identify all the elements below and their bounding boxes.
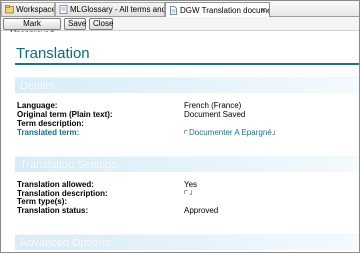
tab-mlglossary[interactable]: MLGlossary - All terms and... <box>55 2 165 16</box>
section-advanced-options-label: Advanced Options <box>20 237 110 249</box>
original-term-label: Original term (Plain text): <box>17 110 113 119</box>
tab-workspace[interactable]: Workspace <box>1 2 55 16</box>
translation-allowed-label: Translation allowed: <box>17 180 94 189</box>
section-translation-settings-label: Translation Settings <box>20 159 117 171</box>
close-tab-icon[interactable]: × <box>261 4 266 16</box>
original-term-value: Document Saved <box>184 110 246 119</box>
page-title: Translation <box>16 45 90 62</box>
title-divider <box>15 63 359 65</box>
term-description-label: Term description: <box>17 119 84 128</box>
edit-field-icon <box>184 188 188 197</box>
edit-field-icon <box>184 128 188 137</box>
section-details-label: Details <box>20 80 54 92</box>
detail-row-translated-term: Translated term: <box>17 128 79 137</box>
glossary-icon <box>58 5 68 15</box>
edit-field-end-icon <box>272 128 275 137</box>
translation-description-value-wrap[interactable] <box>184 188 193 197</box>
settings-row-translation-allowed: Translation allowed: <box>17 180 94 189</box>
document-content: Translation Details Language: French (Fr… <box>1 32 359 252</box>
detail-row-term-description: Term description: <box>17 119 84 128</box>
tab-strip: Workspace MLGlossary - All terms and... … <box>1 1 359 17</box>
tab-dgw-translation-document[interactable]: DGW Translation document × <box>165 2 270 17</box>
document-icon <box>168 5 178 15</box>
translated-term-value: Documenter A Epargné <box>189 128 272 137</box>
term-types-label: Term type(s): <box>17 197 68 206</box>
toolbar: Mark Unapproved Save Close <box>1 17 359 38</box>
tab-label: Workspace <box>16 5 54 14</box>
settings-row-translation-status: Translation status: <box>17 206 88 215</box>
tab-label: MLGlossary - All terms and... <box>70 5 164 14</box>
edit-field-end-icon <box>189 188 192 197</box>
section-translation-settings[interactable]: Translation Settings <box>15 156 359 172</box>
tab-label: DGW Translation document <box>180 5 269 15</box>
section-advanced-options[interactable]: Advanced Options <box>15 234 359 250</box>
save-button[interactable]: Save <box>64 18 86 30</box>
language-value: French (France) <box>184 101 242 110</box>
detail-row-language: Language: <box>17 101 57 110</box>
mark-unapproved-button[interactable]: Mark Unapproved <box>3 18 61 38</box>
translated-term-value-wrap[interactable]: Documenter A Epargné <box>184 128 276 137</box>
language-label: Language: <box>17 101 58 110</box>
close-button[interactable]: Close <box>89 18 113 30</box>
translated-term-label: Translated term: <box>17 128 80 137</box>
settings-row-term-types: Term type(s): <box>17 197 67 206</box>
translation-status-label: Translation status: <box>17 206 89 215</box>
section-details[interactable]: Details <box>15 77 359 93</box>
browser-frame: Workspace MLGlossary - All terms and... … <box>0 0 360 253</box>
workspace-icon <box>4 5 14 15</box>
detail-row-original-term: Original term (Plain text): <box>17 110 113 119</box>
translation-status-value: Approved <box>184 206 219 215</box>
